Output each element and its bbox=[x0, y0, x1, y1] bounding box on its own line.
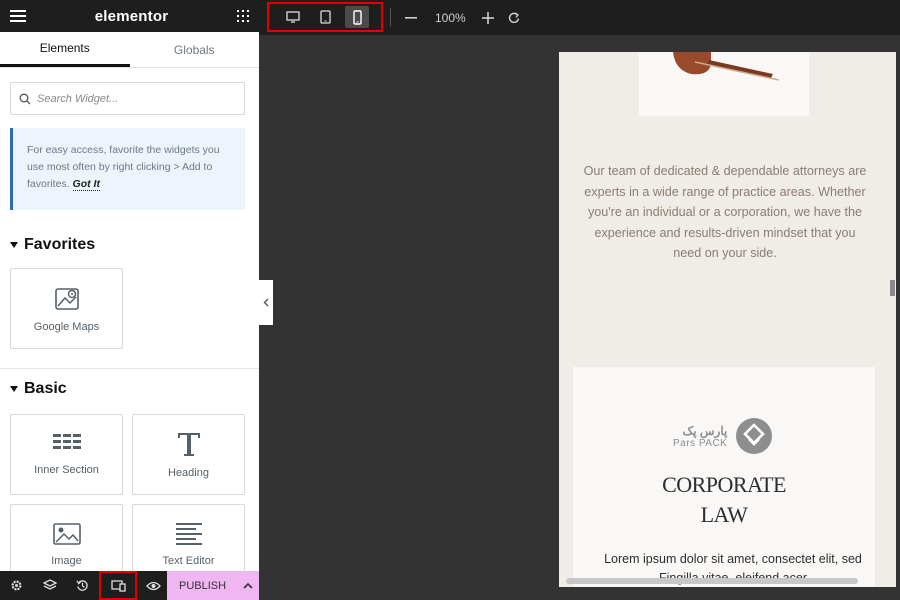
chevron-up-icon[interactable] bbox=[243, 582, 253, 589]
basic-title: Basic bbox=[24, 380, 67, 397]
card-heading-line1: CORPORATE bbox=[662, 472, 786, 497]
card-heading: CORPORATE LAW bbox=[573, 470, 875, 530]
widget-label: Image bbox=[51, 554, 82, 567]
card-heading-line2: LAW bbox=[700, 502, 748, 527]
publish-label: PUBLISH bbox=[179, 579, 227, 592]
intro-paragraph: Our team of dedicated & dependable attor… bbox=[583, 164, 867, 260]
widget-heading[interactable]: Heading bbox=[132, 414, 245, 495]
watermark-en: Pars PACK bbox=[673, 437, 728, 449]
settings-icon bbox=[11, 580, 22, 591]
parspack-logo-icon bbox=[736, 418, 773, 454]
got-it-link[interactable]: Got It bbox=[72, 178, 100, 191]
image-icon bbox=[52, 522, 81, 545]
search-wrapper bbox=[0, 68, 259, 115]
watermark-fa: پارس پک bbox=[682, 423, 728, 438]
zoom-in-button[interactable] bbox=[482, 0, 494, 35]
chevron-left-icon bbox=[263, 298, 269, 307]
text-editor-icon bbox=[175, 522, 202, 545]
reset-icon bbox=[508, 11, 520, 23]
widgets-grid-icon[interactable] bbox=[237, 10, 249, 22]
reset-zoom-button[interactable] bbox=[508, 0, 520, 35]
favorites-title: Favorites bbox=[24, 236, 96, 253]
service-card: پارس پک Pars PACK CORPORATE LAW Lorem ip… bbox=[573, 367, 875, 587]
responsive-mode-button[interactable] bbox=[99, 571, 137, 600]
horizontal-scrollbar[interactable] bbox=[566, 578, 858, 584]
elementor-logo: elementor bbox=[94, 7, 169, 25]
section-divider bbox=[0, 368, 259, 369]
caret-down-icon bbox=[10, 242, 18, 248]
publish-button[interactable]: PUBLISH bbox=[167, 571, 259, 600]
history-icon bbox=[76, 580, 88, 591]
vertical-scrollbar[interactable] bbox=[890, 280, 895, 296]
mobile-icon bbox=[352, 9, 362, 25]
panel-tabs: Elements Globals bbox=[0, 32, 259, 68]
preview-eye-icon bbox=[146, 581, 161, 590]
tablet-device-button[interactable] bbox=[313, 6, 337, 28]
widget-label: Inner Section bbox=[34, 463, 99, 476]
widget-label: Text Editor bbox=[162, 554, 215, 567]
panel-header: elementor bbox=[0, 0, 259, 32]
history-button[interactable] bbox=[66, 571, 99, 600]
preview-button[interactable] bbox=[137, 571, 170, 600]
desktop-icon bbox=[286, 11, 300, 23]
mobile-device-button[interactable] bbox=[345, 6, 369, 28]
widget-label: Heading bbox=[168, 466, 209, 479]
watermark-text: پارس پک Pars PACK bbox=[673, 424, 727, 449]
search-icon bbox=[19, 93, 31, 104]
heading-icon bbox=[177, 432, 200, 456]
hamburger-menu-icon[interactable] bbox=[10, 10, 26, 22]
desktop-device-button[interactable] bbox=[281, 6, 305, 28]
inner-section-icon bbox=[52, 433, 81, 449]
zoom-out-button[interactable] bbox=[405, 0, 417, 35]
layers-icon bbox=[42, 579, 57, 590]
navigator-button[interactable] bbox=[33, 571, 66, 600]
widget-inner-section[interactable]: Inner Section bbox=[10, 414, 123, 495]
toolbar-separator bbox=[390, 8, 391, 26]
favorites-notice: For easy access, favorite the widgets yo… bbox=[10, 128, 245, 210]
collapse-panel-handle[interactable] bbox=[259, 280, 273, 325]
search-box bbox=[10, 82, 245, 115]
widget-label: Google Maps bbox=[33, 320, 100, 333]
basic-section-title[interactable]: Basic bbox=[10, 380, 67, 398]
settings-button[interactable] bbox=[0, 571, 33, 600]
panel-footer: PUBLISH bbox=[0, 571, 259, 600]
parspack-watermark: پارس پک Pars PACK bbox=[673, 417, 773, 455]
tab-globals[interactable]: Globals bbox=[130, 32, 260, 67]
widget-google-maps[interactable]: Google Maps bbox=[10, 268, 123, 349]
caret-down-icon bbox=[10, 386, 18, 392]
zoom-level: 100% bbox=[435, 10, 466, 25]
tab-elements[interactable]: Elements bbox=[0, 32, 130, 67]
tablet-icon bbox=[319, 10, 331, 24]
device-switcher bbox=[267, 2, 383, 32]
favorites-section-title[interactable]: Favorites bbox=[10, 236, 259, 254]
gavel-image bbox=[673, 52, 780, 81]
mobile-preview-page[interactable]: Our team of dedicated & dependable attor… bbox=[559, 52, 896, 587]
top-toolbar: 100% bbox=[259, 0, 900, 35]
minus-icon bbox=[405, 16, 417, 19]
responsive-mode-icon bbox=[110, 579, 126, 592]
notice-text: For easy access, favorite the widgets yo… bbox=[27, 144, 220, 190]
search-widget-input[interactable] bbox=[37, 92, 236, 105]
plus-icon bbox=[482, 11, 494, 24]
hero-image-card bbox=[639, 52, 809, 116]
google-maps-icon bbox=[54, 287, 79, 310]
